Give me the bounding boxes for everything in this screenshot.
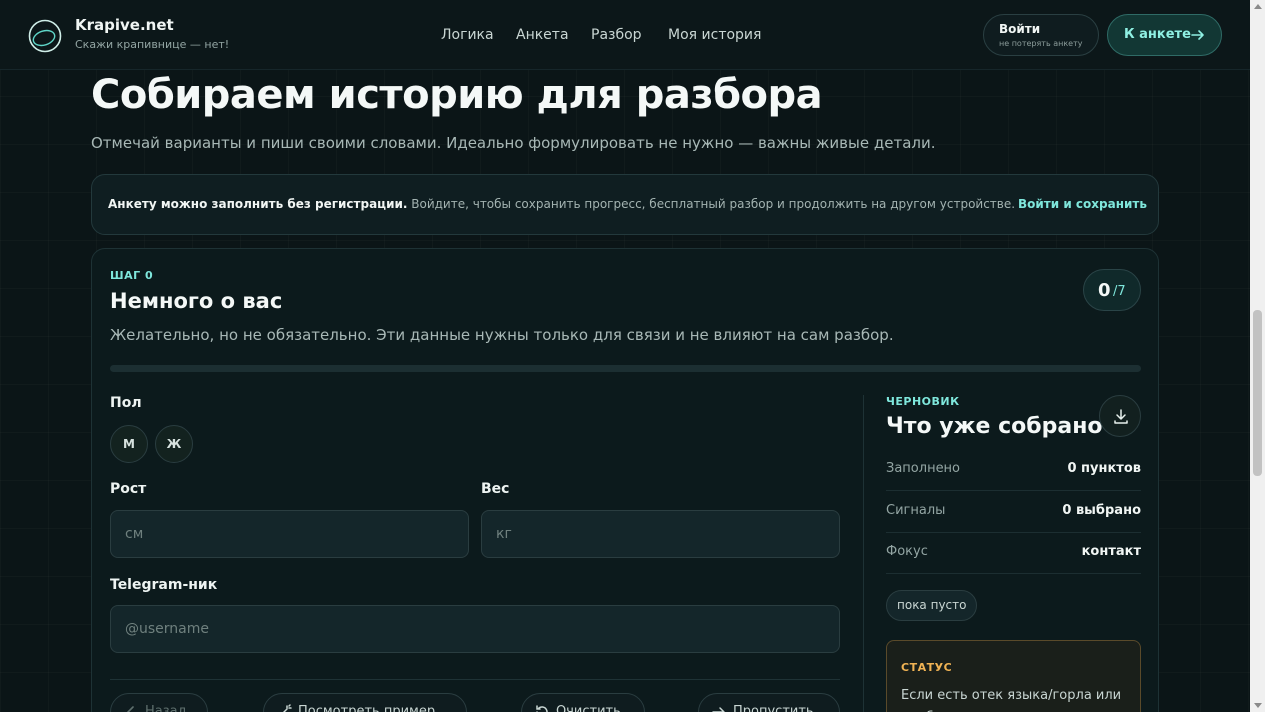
skip-button[interactable]: Пропустить: [698, 693, 840, 712]
draft-title: Что уже собрано: [886, 414, 1103, 439]
nav-analysis[interactable]: Разбор: [591, 27, 642, 43]
panel-divider: [863, 395, 864, 712]
gender-label: Пол: [110, 395, 142, 411]
notice-text: Анкету можно заполнить без регистрации. …: [108, 197, 1015, 211]
back-button[interactable]: Назад: [110, 693, 208, 712]
page-subtitle: Отмечай варианты и пиши своими словами. …: [91, 134, 936, 152]
magic-wand-icon: [282, 704, 292, 712]
download-icon: [1114, 409, 1128, 424]
step-label: ШАГ 0: [110, 269, 154, 282]
top-header: Krapive.net Скажи крапивнице — нет! Логи…: [0, 0, 1250, 70]
status-text: Если есть отек языка/горла или проблемы …: [901, 688, 1122, 712]
telegram-label: Telegram-ник: [110, 577, 218, 593]
stat-focus-key: Фокус: [886, 544, 928, 559]
nav-my-history[interactable]: Моя история: [668, 27, 761, 43]
weight-input[interactable]: кг: [481, 510, 840, 558]
nav-questionnaire[interactable]: Анкета: [516, 27, 569, 43]
go-to-questionnaire-button[interactable]: К анкете: [1107, 14, 1222, 56]
stat-filled-key: Заполнено: [886, 461, 961, 476]
form-divider: [110, 679, 840, 680]
draft-label: ЧЕРНОВИК: [886, 395, 960, 408]
chevron-left-icon: [126, 706, 134, 712]
nav-logic[interactable]: Логика: [441, 27, 494, 43]
brand-title[interactable]: Krapive.net: [75, 16, 174, 34]
step-description: Желательно, но не обязательно. Эти данны…: [110, 326, 894, 344]
brand-tagline: Скажи крапивнице — нет!: [75, 38, 230, 51]
reset-icon: [536, 705, 548, 712]
step-counter: 0 /7: [1083, 269, 1141, 311]
back-label: Назад: [145, 704, 187, 712]
scroll-thumb[interactable]: [1253, 310, 1262, 476]
download-button[interactable]: [1099, 395, 1141, 437]
logo-icon[interactable]: [28, 19, 62, 53]
stat-filled-value: 0 пунктов: [1067, 461, 1141, 476]
stat-focus: Фокус контакт: [886, 532, 1141, 574]
gender-option-f[interactable]: Ж: [155, 425, 193, 463]
clear-label: Очистить: [556, 704, 621, 712]
status-heading: СТАТУС: [901, 661, 953, 674]
status-box: СТАТУС Если есть отек языка/горла или пр…: [886, 640, 1141, 712]
stat-signals-key: Сигналы: [886, 503, 946, 518]
counter-count: 0: [1098, 280, 1111, 301]
step-card: ШАГ 0 Немного о вас Желательно, но не об…: [91, 248, 1159, 712]
stat-filled: Заполнено 0 пунктов: [886, 449, 1141, 491]
skip-label: Пропустить: [733, 704, 814, 712]
view-example-button[interactable]: Посмотреть пример: [263, 693, 467, 712]
login-button[interactable]: Войти не потерять анкету: [983, 14, 1099, 56]
view-example-label: Посмотреть пример: [298, 704, 436, 712]
telegram-input[interactable]: @username: [110, 605, 840, 653]
step-progress-bar: [110, 365, 1141, 372]
empty-state-chip: пока пусто: [886, 590, 978, 621]
stat-focus-value: контакт: [1081, 544, 1141, 559]
stat-signals-value: 0 выбрано: [1062, 503, 1141, 518]
go-to-questionnaire-label: К анкете: [1124, 27, 1191, 42]
stat-signals: Сигналы 0 выбрано: [886, 491, 1141, 533]
login-and-save-link[interactable]: Войти и сохранить: [1018, 197, 1147, 211]
registration-notice: Анкету можно заполнить без регистрации. …: [91, 174, 1159, 235]
height-input[interactable]: см: [110, 510, 469, 558]
arrow-right-icon: [712, 707, 726, 712]
arrow-right-icon: [1191, 30, 1204, 40]
scroll-up-arrow-icon[interactable]: [1254, 4, 1262, 9]
page-title: Собираем историю для разбора: [91, 72, 823, 118]
login-sublabel: не потерять анкету: [999, 39, 1083, 48]
gender-option-m[interactable]: М: [110, 425, 148, 463]
scroll-down-arrow-icon[interactable]: [1254, 703, 1262, 708]
height-label: Рост: [110, 481, 147, 497]
page-scrollbar[interactable]: [1250, 0, 1265, 712]
login-label: Войти: [999, 22, 1041, 36]
clear-button[interactable]: Очистить: [521, 693, 645, 712]
counter-total: /7: [1113, 284, 1126, 299]
weight-label: Вес: [481, 481, 510, 497]
notice-body-text: Войдите, чтобы сохранить прогресс, беспл…: [407, 197, 1016, 211]
step-title: Немного о вас: [110, 289, 283, 313]
notice-bold-text: Анкету можно заполнить без регистрации.: [108, 197, 408, 211]
